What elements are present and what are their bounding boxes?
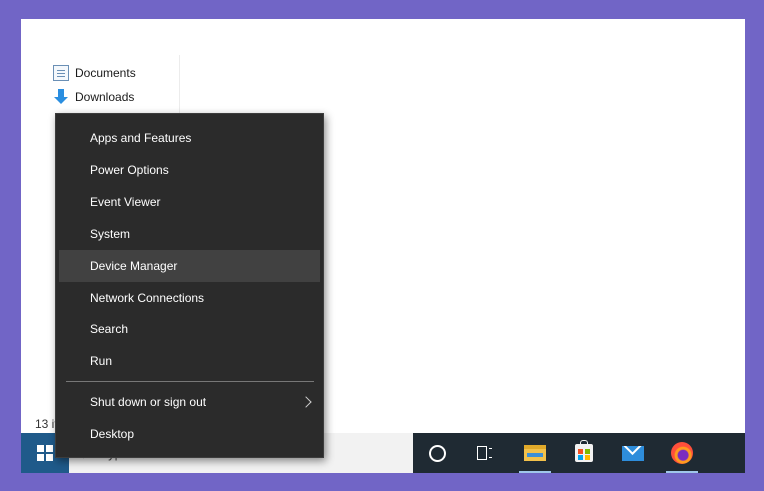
menu-item-label: Shut down or sign out (90, 395, 207, 409)
active-indicator (519, 471, 551, 473)
menu-item-power-options[interactable]: Power Options (59, 154, 320, 186)
menu-item-label: Device Manager (90, 259, 178, 273)
active-indicator (666, 471, 698, 473)
mail-taskbar-button[interactable] (609, 433, 657, 473)
nav-item-downloads[interactable]: Downloads (53, 86, 134, 108)
cortana-icon (428, 444, 446, 462)
firefox-taskbar-button[interactable] (658, 433, 706, 473)
menu-item-label: Apps and Features (90, 131, 192, 145)
mail-icon (622, 445, 644, 461)
task-view-icon (477, 446, 493, 460)
file-explorer-icon (524, 445, 546, 461)
menu-item-system[interactable]: System (59, 218, 320, 250)
chevron-right-icon (302, 395, 310, 409)
microsoft-store-icon (575, 440, 593, 462)
documents-icon (53, 65, 69, 81)
power-user-menu: Apps and Features Power Options Event Vi… (55, 113, 324, 458)
menu-separator (66, 381, 314, 382)
nav-item-label: Documents (75, 66, 136, 80)
file-explorer-taskbar-button[interactable] (511, 433, 559, 473)
microsoft-store-taskbar-button[interactable] (560, 433, 608, 473)
cortana-button[interactable] (413, 433, 461, 473)
menu-item-search[interactable]: Search (59, 313, 320, 345)
firefox-icon (671, 442, 693, 464)
menu-item-label: System (90, 227, 131, 241)
menu-item-network-connections[interactable]: Network Connections (59, 282, 320, 314)
menu-item-event-viewer[interactable]: Event Viewer (59, 186, 320, 218)
nav-item-documents[interactable]: Documents (53, 62, 136, 84)
task-view-button[interactable] (461, 433, 509, 473)
windows-start-icon (37, 445, 53, 461)
menu-item-label: Event Viewer (90, 195, 161, 209)
menu-item-label: Search (90, 322, 129, 336)
menu-item-desktop[interactable]: Desktop (59, 418, 320, 450)
menu-item-device-manager[interactable]: Device Manager (59, 250, 320, 282)
menu-item-shut-down-or-sign-out[interactable]: Shut down or sign out (59, 386, 320, 418)
downloads-icon (53, 89, 69, 105)
menu-item-label: Run (90, 354, 113, 368)
menu-item-apps-and-features[interactable]: Apps and Features (59, 122, 320, 154)
nav-item-label: Downloads (75, 90, 135, 104)
menu-item-label: Desktop (90, 427, 135, 441)
menu-item-run[interactable]: Run (59, 345, 320, 377)
menu-item-label: Network Connections (90, 291, 205, 305)
menu-item-label: Power Options (90, 163, 169, 177)
